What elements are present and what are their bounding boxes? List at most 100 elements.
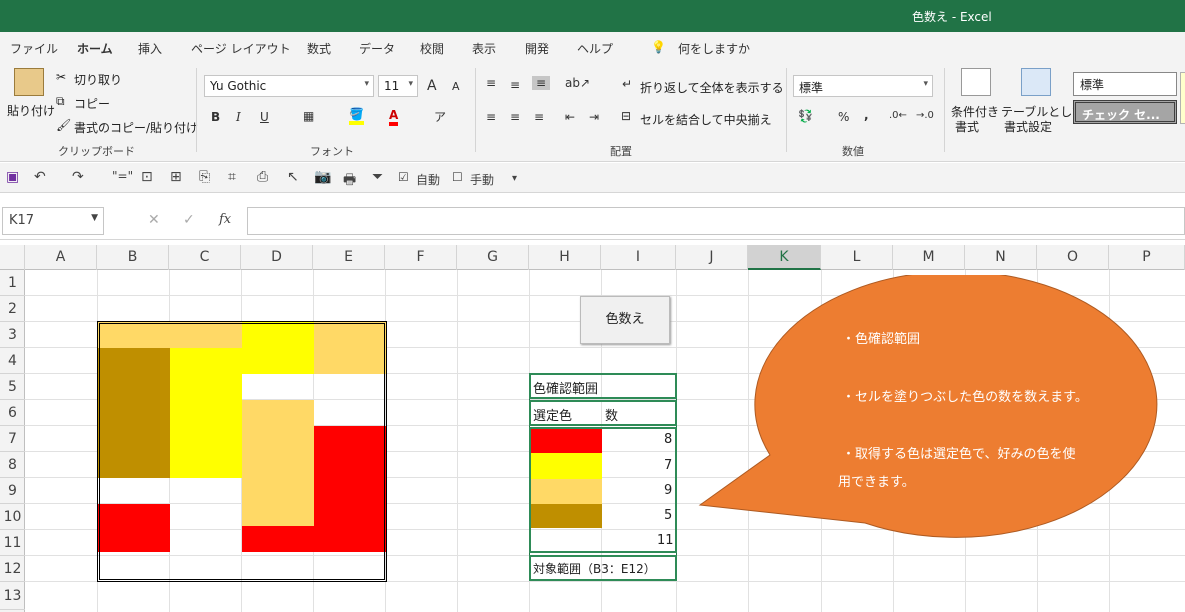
confirm-entry-icon[interactable]: ✓ bbox=[183, 212, 195, 228]
crop-icon[interactable]: ⌗ bbox=[228, 169, 236, 185]
select-objects-icon[interactable]: ⊡ bbox=[141, 169, 153, 185]
align-right-icon[interactable]: ≡ bbox=[534, 110, 544, 124]
menu-data[interactable]: データ bbox=[359, 40, 395, 57]
currency-icon[interactable]: 💱 bbox=[798, 109, 813, 123]
swatch-yellow[interactable] bbox=[531, 453, 602, 479]
row-header[interactable]: 10 bbox=[0, 504, 25, 530]
menu-review[interactable]: 校閲 bbox=[420, 40, 444, 57]
font-color-icon[interactable]: A bbox=[389, 108, 399, 126]
speech-bubble-callout[interactable] bbox=[690, 275, 1185, 560]
swatch-light-orange[interactable] bbox=[531, 479, 602, 504]
decrease-indent-icon[interactable]: ⇤ bbox=[565, 110, 575, 124]
phonetic-icon[interactable]: ア bbox=[434, 108, 446, 125]
menu-developer[interactable]: 開発 bbox=[525, 40, 549, 57]
tell-me-search[interactable]: 何をしますか bbox=[678, 40, 750, 57]
manual-calc-checkbox[interactable]: ☐ bbox=[452, 170, 463, 184]
row-header[interactable]: 1 bbox=[0, 270, 25, 296]
font-size-dropdown[interactable]: 11 bbox=[378, 75, 418, 97]
swatch-dark-gold[interactable] bbox=[531, 504, 602, 528]
row-header[interactable]: 2 bbox=[0, 296, 25, 322]
row-header[interactable]: 12 bbox=[0, 556, 25, 582]
column-header[interactable]: J bbox=[676, 245, 748, 270]
column-header[interactable]: O bbox=[1037, 245, 1109, 270]
insert-function-button[interactable]: fx bbox=[219, 212, 231, 227]
orientation-icon[interactable]: ab↗ bbox=[565, 76, 590, 90]
increase-decimal-icon[interactable]: .0← bbox=[889, 110, 907, 121]
bold-button[interactable]: B bbox=[211, 110, 220, 124]
align-middle-icon[interactable]: ≡ bbox=[510, 78, 520, 92]
paste-button[interactable]: 貼り付け bbox=[7, 102, 55, 119]
cancel-entry-icon[interactable]: ✕ bbox=[148, 212, 160, 228]
number-format-dropdown[interactable]: 標準 bbox=[793, 75, 933, 97]
column-header[interactable]: A bbox=[25, 245, 97, 270]
column-header[interactable]: C bbox=[169, 245, 241, 270]
redo-icon[interactable]: ↷ bbox=[72, 169, 84, 185]
undo-icon[interactable]: ↶ bbox=[34, 169, 46, 185]
percent-button[interactable]: % bbox=[838, 110, 849, 124]
formula-input[interactable] bbox=[247, 207, 1185, 235]
italic-button[interactable]: I bbox=[236, 110, 241, 124]
row-header[interactable]: 5 bbox=[0, 374, 25, 400]
menu-home[interactable]: ホーム bbox=[77, 40, 113, 63]
format-as-table-button-line2[interactable]: 書式設定 bbox=[1004, 118, 1052, 135]
group-icon[interactable]: ⊞ bbox=[170, 169, 182, 185]
increase-indent-icon[interactable]: ⇥ bbox=[589, 110, 599, 124]
equals-icon[interactable]: "=" bbox=[112, 169, 133, 183]
pointer-icon[interactable]: ↖ bbox=[287, 169, 299, 185]
style-normal[interactable]: 標準 bbox=[1073, 72, 1177, 96]
align-center-icon[interactable]: ≡ bbox=[510, 110, 520, 124]
name-box[interactable]: K17 ▼ bbox=[2, 207, 104, 235]
row-header[interactable]: 4 bbox=[0, 348, 25, 374]
column-header[interactable]: N bbox=[965, 245, 1037, 270]
copy-button[interactable]: コピー bbox=[74, 95, 110, 112]
save-icon[interactable]: ▣ bbox=[6, 169, 19, 185]
borders-icon[interactable]: ▦ bbox=[303, 109, 314, 123]
copy-picture-icon[interactable]: ⎘ bbox=[199, 169, 210, 185]
row-header[interactable]: 7 bbox=[0, 426, 25, 452]
wrap-text-button[interactable]: 折り返して全体を表示する bbox=[640, 79, 784, 96]
grow-font-button[interactable]: A bbox=[427, 78, 437, 94]
column-header[interactable]: F bbox=[385, 245, 457, 270]
comma-button[interactable]: , bbox=[864, 108, 869, 122]
column-header[interactable]: L bbox=[821, 245, 893, 270]
page-icon[interactable]: ⎙ bbox=[257, 169, 268, 185]
menu-formulas[interactable]: 数式 bbox=[307, 40, 331, 57]
column-header[interactable]: P bbox=[1109, 245, 1185, 270]
fill-color-icon[interactable]: 🪣 bbox=[349, 107, 364, 125]
menu-file[interactable]: ファイル bbox=[10, 40, 58, 57]
align-bottom-icon[interactable]: ≡ bbox=[532, 76, 551, 90]
style-check-cell[interactable]: チェック セ... bbox=[1073, 100, 1177, 124]
column-header[interactable]: H bbox=[529, 245, 601, 270]
menu-insert[interactable]: 挿入 bbox=[138, 40, 162, 57]
select-all-corner[interactable] bbox=[0, 245, 25, 270]
cut-button[interactable]: 切り取り bbox=[74, 71, 122, 88]
row-header[interactable]: 9 bbox=[0, 478, 25, 504]
underline-button[interactable]: U bbox=[260, 110, 269, 124]
column-header[interactable]: D bbox=[241, 245, 313, 270]
row-header[interactable]: 3 bbox=[0, 322, 25, 348]
font-name-dropdown[interactable]: Yu Gothic bbox=[204, 75, 374, 97]
format-painter-button[interactable]: 書式のコピー/貼り付け bbox=[74, 119, 198, 136]
print-icon[interactable]: 🖶 bbox=[343, 169, 356, 193]
menu-page-layout[interactable]: ページ レイアウト bbox=[191, 40, 291, 57]
align-top-icon[interactable]: ≡ bbox=[486, 76, 496, 90]
customize-qat-icon[interactable]: ▾ bbox=[512, 173, 517, 184]
align-left-icon[interactable]: ≡ bbox=[486, 110, 496, 124]
decrease-decimal-icon[interactable]: →.0 bbox=[916, 110, 934, 121]
menu-view[interactable]: 表示 bbox=[472, 40, 496, 57]
conditional-format-button-line2[interactable]: 書式 bbox=[955, 118, 979, 135]
row-header[interactable]: 11 bbox=[0, 530, 25, 556]
swatch-red[interactable] bbox=[531, 429, 602, 453]
merge-center-button[interactable]: セルを結合して中央揃え bbox=[640, 111, 772, 128]
row-header[interactable]: 6 bbox=[0, 400, 25, 426]
row-header[interactable]: 8 bbox=[0, 452, 25, 478]
column-header[interactable]: B bbox=[97, 245, 169, 270]
column-header[interactable]: I bbox=[601, 245, 676, 270]
shrink-font-button[interactable]: A bbox=[452, 80, 460, 93]
column-header[interactable]: M bbox=[893, 245, 965, 270]
column-header[interactable]: G bbox=[457, 245, 529, 270]
auto-calc-checkbox[interactable]: ☑ bbox=[398, 170, 409, 184]
column-header[interactable]: E bbox=[313, 245, 385, 270]
style-note[interactable] bbox=[1180, 72, 1185, 124]
camera-icon[interactable]: 📷 bbox=[314, 169, 331, 185]
